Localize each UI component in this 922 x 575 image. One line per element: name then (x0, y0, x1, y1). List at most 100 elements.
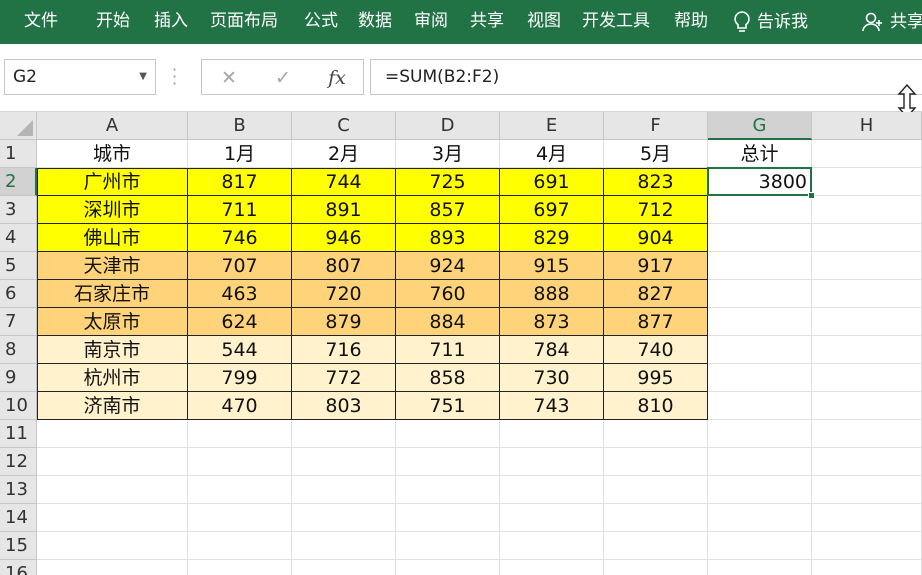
grid-cell[interactable] (708, 504, 812, 532)
name-box[interactable]: G2 ▼ (4, 59, 156, 95)
value-cell[interactable]: 730 (500, 364, 604, 392)
grid-cell[interactable] (500, 504, 604, 532)
grid-cell[interactable] (37, 448, 188, 476)
grid-cell[interactable] (604, 448, 708, 476)
row-header[interactable]: 6 (0, 280, 37, 308)
grid-cell[interactable] (188, 532, 292, 560)
value-cell[interactable]: 917 (604, 252, 708, 280)
column-header[interactable]: G (708, 112, 812, 140)
grid-cell[interactable] (708, 252, 812, 280)
value-cell[interactable]: 470 (188, 392, 292, 420)
value-cell[interactable]: 751 (396, 392, 500, 420)
value-cell[interactable]: 946 (292, 224, 396, 252)
value-cell[interactable]: 924 (396, 252, 500, 280)
chevron-down-icon[interactable]: ▼ (139, 60, 147, 94)
value-cell[interactable]: 544 (188, 336, 292, 364)
grid-cell[interactable] (37, 476, 188, 504)
value-cell[interactable]: 784 (500, 336, 604, 364)
column-header[interactable]: E (500, 112, 604, 140)
column-header[interactable]: F (604, 112, 708, 140)
city-cell[interactable]: 深圳市 (37, 196, 188, 224)
value-cell[interactable]: 711 (188, 196, 292, 224)
row-header[interactable]: 14 (0, 504, 37, 532)
grid-cell[interactable] (812, 336, 922, 364)
grid-cell[interactable] (396, 476, 500, 504)
value-cell[interactable]: 624 (188, 308, 292, 336)
grid-cell[interactable] (37, 532, 188, 560)
city-cell[interactable]: 杭州市 (37, 364, 188, 392)
value-cell[interactable]: 691 (500, 168, 604, 196)
grid-cell[interactable] (500, 420, 604, 448)
grid-cell[interactable] (604, 420, 708, 448)
value-cell[interactable]: 995 (604, 364, 708, 392)
value-cell[interactable]: 857 (396, 196, 500, 224)
value-cell[interactable]: 891 (292, 196, 396, 224)
value-cell[interactable]: 817 (188, 168, 292, 196)
value-cell[interactable]: 884 (396, 308, 500, 336)
column-header[interactable]: B (188, 112, 292, 140)
grid-cell[interactable] (812, 532, 922, 560)
grid-cell[interactable] (812, 364, 922, 392)
ribbon-tab[interactable]: 开发工具 (582, 0, 650, 44)
ribbon-tab[interactable]: 开始 (96, 0, 130, 44)
value-cell[interactable]: 879 (292, 308, 396, 336)
row-header[interactable]: 12 (0, 448, 37, 476)
grid-cell[interactable] (812, 140, 922, 168)
select-all-button[interactable] (0, 112, 37, 140)
row-header[interactable]: 15 (0, 532, 37, 560)
value-cell[interactable]: 858 (396, 364, 500, 392)
ribbon-tab[interactable]: 共享 (470, 0, 504, 44)
grid-cell[interactable] (708, 560, 812, 575)
grid-cell[interactable] (396, 420, 500, 448)
ribbon-tab[interactable]: 数据 (358, 0, 392, 44)
grid-cell[interactable]: 总计 (708, 140, 812, 168)
row-header[interactable]: 4 (0, 224, 37, 252)
grid-cell[interactable] (188, 560, 292, 575)
grid-cell[interactable] (708, 364, 812, 392)
value-cell[interactable]: 720 (292, 280, 396, 308)
column-header[interactable]: C (292, 112, 396, 140)
grid-cell[interactable] (708, 476, 812, 504)
grid-cell[interactable] (37, 560, 188, 575)
value-cell[interactable]: 697 (500, 196, 604, 224)
grid-cell[interactable] (812, 252, 922, 280)
row-header[interactable]: 8 (0, 336, 37, 364)
row-header[interactable]: 13 (0, 476, 37, 504)
city-cell[interactable]: 济南市 (37, 392, 188, 420)
grid-cell[interactable] (396, 560, 500, 575)
grid-cell[interactable] (812, 280, 922, 308)
grid-cell[interactable]: 3月 (396, 140, 500, 168)
grid-cell[interactable] (500, 532, 604, 560)
city-cell[interactable]: 广州市 (37, 168, 188, 196)
grid-cell[interactable] (812, 168, 922, 196)
grid-cell[interactable]: 1月 (188, 140, 292, 168)
value-cell[interactable]: 746 (188, 224, 292, 252)
ribbon-tab[interactable]: 审阅 (414, 0, 448, 44)
value-cell[interactable]: 904 (604, 224, 708, 252)
cancel-icon[interactable]: ✕ (212, 63, 246, 93)
value-cell[interactable]: 716 (292, 336, 396, 364)
grid-cell[interactable] (292, 532, 396, 560)
value-cell[interactable]: 712 (604, 196, 708, 224)
grid-cell[interactable] (500, 560, 604, 575)
grid-cell[interactable] (37, 420, 188, 448)
grid-cell[interactable] (292, 504, 396, 532)
grid-cell[interactable] (708, 532, 812, 560)
grid-cell[interactable] (604, 532, 708, 560)
grid-cell[interactable] (188, 448, 292, 476)
grid-cell[interactable] (812, 560, 922, 575)
grid-cell[interactable] (812, 476, 922, 504)
value-cell[interactable]: 711 (396, 336, 500, 364)
row-header[interactable]: 5 (0, 252, 37, 280)
grid-cell[interactable] (708, 420, 812, 448)
grid-cell[interactable] (292, 448, 396, 476)
value-cell[interactable]: 823 (604, 168, 708, 196)
value-cell[interactable]: 810 (604, 392, 708, 420)
row-header[interactable]: 9 (0, 364, 37, 392)
grid-cell[interactable] (708, 448, 812, 476)
value-cell[interactable]: 807 (292, 252, 396, 280)
value-cell[interactable]: 743 (500, 392, 604, 420)
grid-cell[interactable] (708, 392, 812, 420)
ribbon-tab[interactable]: 插入 (154, 0, 188, 44)
row-header[interactable]: 10 (0, 392, 37, 420)
